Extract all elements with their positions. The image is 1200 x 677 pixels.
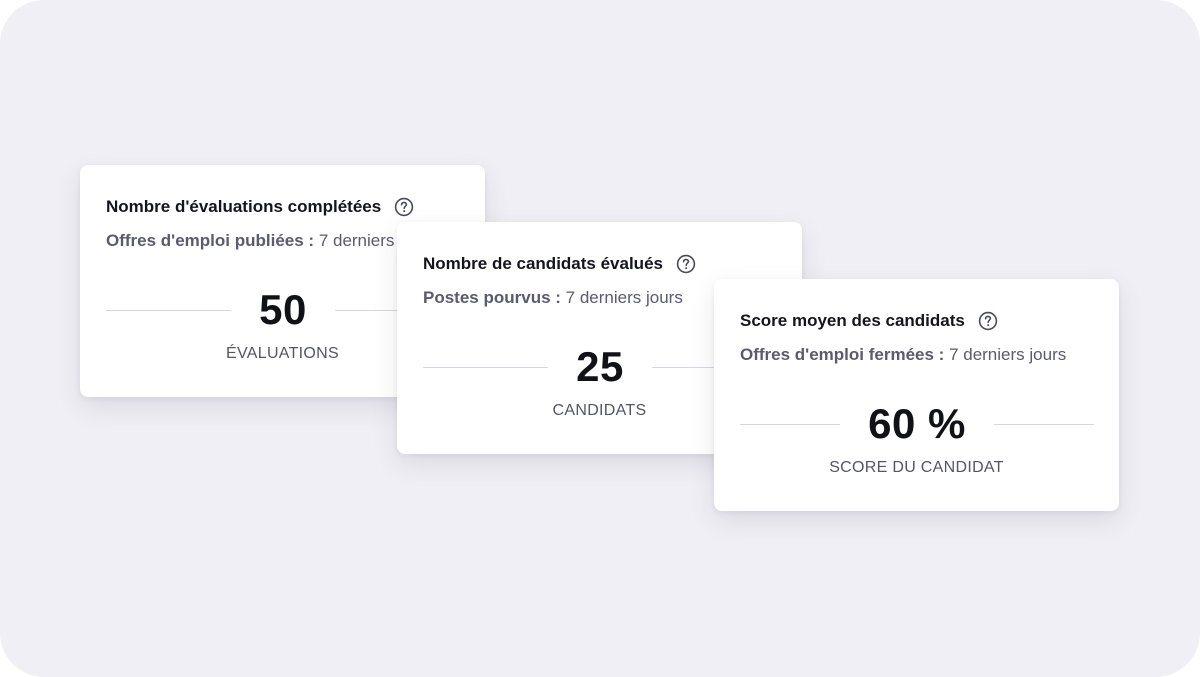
metric-value: 60 % (868, 400, 966, 447)
card-subtitle-period: 7 derniers jours (565, 288, 683, 307)
divider-left (740, 423, 841, 425)
card-subtitle: Offres d'emploi fermées : 7 derniers jou… (740, 345, 1066, 365)
card-title: Nombre d'évaluations complétées (106, 197, 382, 216)
divider-left (106, 309, 232, 311)
card-title: Score moyen des candidats (740, 311, 965, 330)
card-subtitle-label: Postes pourvus : (423, 288, 561, 307)
question-circle-icon[interactable] (394, 197, 414, 217)
dashboard-canvas: Nombre d'évaluations complétées Offres d… (0, 0, 1200, 677)
divider-right (993, 423, 1095, 425)
stat-card-average-score: Score moyen des candidats Offres d'emplo… (714, 279, 1119, 511)
card-title: Nombre de candidats évalués (423, 254, 663, 273)
card-title-row: Nombre d'évaluations complétées (106, 197, 414, 217)
metric-value: 50 (259, 286, 307, 333)
card-title-row: Nombre de candidats évalués (423, 254, 696, 274)
card-subtitle-label: Offres d'emploi publiées : (106, 231, 315, 250)
question-circle-icon[interactable] (978, 311, 998, 331)
card-subtitle-period: 7 derniers jours (949, 345, 1067, 364)
card-title-row: Score moyen des candidats (740, 311, 998, 331)
question-circle-icon[interactable] (676, 254, 696, 274)
card-subtitle: Offres d'emploi publiées : 7 derniers jo… (106, 231, 436, 251)
metric-unit-label: SCORE DU CANDIDAT (829, 459, 1004, 476)
card-subtitle: Postes pourvus : 7 derniers jours (423, 288, 683, 308)
divider-left (423, 366, 549, 368)
card-subtitle-label: Offres d'emploi fermées : (740, 345, 945, 364)
metric-row: 60 % (740, 399, 1095, 449)
metric-value: 25 (576, 343, 624, 390)
